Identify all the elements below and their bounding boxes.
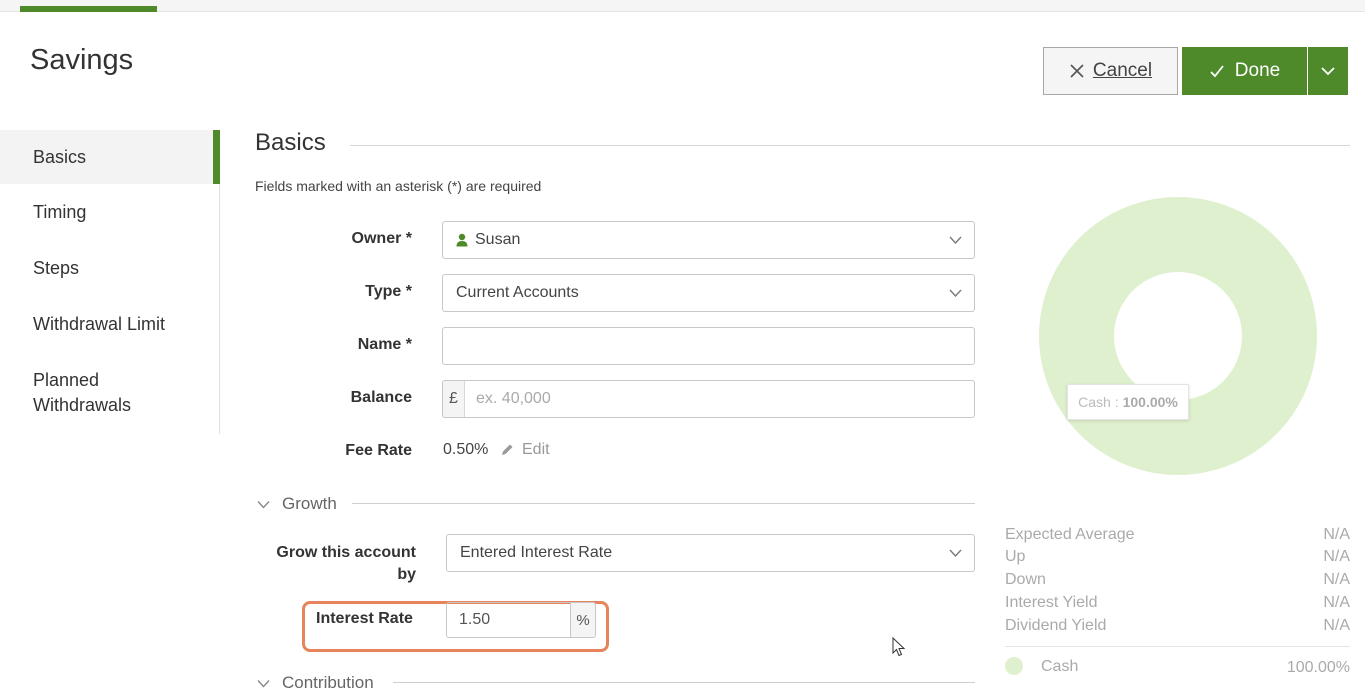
legend-value-cash: 100.00%: [1286, 659, 1350, 676]
fee-rate-edit-link[interactable]: Edit: [500, 441, 550, 459]
growth-divider: [352, 503, 975, 504]
stat-down: Down N/A: [1005, 571, 1350, 589]
stat-label: Interest Yield: [1005, 594, 1098, 611]
mouse-cursor-icon: [892, 637, 906, 657]
chevron-down-icon: [257, 500, 270, 509]
balance-label: Balance: [350, 389, 412, 406]
stat-up: Up N/A: [1005, 548, 1350, 566]
cancel-label: Cancel: [1092, 60, 1153, 81]
type-value: Current Accounts: [456, 284, 579, 301]
owner-select[interactable]: Susan: [442, 221, 975, 259]
contribution-section-title: Contribution: [282, 673, 374, 692]
chevron-down-icon: [949, 289, 962, 298]
stat-value: N/A: [1323, 617, 1350, 634]
tooltip-name: Cash :: [1078, 394, 1119, 410]
chevron-down-icon: [949, 549, 962, 558]
donut-slice-cash: [1039, 197, 1317, 475]
required-note: Fields marked with an asterisk (*) are r…: [255, 178, 542, 194]
active-tab-indicator: [20, 6, 157, 12]
sidebar-item-steps[interactable]: Steps: [0, 256, 220, 281]
tooltip-value: 100.00%: [1122, 394, 1178, 410]
pencil-icon: [502, 444, 513, 455]
fee-rate-edit-label: Edit: [522, 441, 550, 458]
done-label: Done: [1234, 60, 1281, 81]
top-tab-bar: [0, 0, 1365, 12]
name-label: Name *: [357, 336, 412, 353]
sidebar-item-withdrawal-limit[interactable]: Withdrawal Limit: [0, 312, 220, 337]
stat-value: N/A: [1323, 526, 1350, 543]
chevron-down-icon: [949, 236, 962, 245]
page-title: Savings: [30, 44, 134, 76]
grow-by-label: Grow this account by: [276, 544, 416, 583]
stat-dividend-yield: Dividend Yield N/A: [1005, 617, 1350, 635]
sidebar-nav: Basics Timing Steps Withdrawal Limit Pla…: [0, 130, 220, 434]
donut-tooltip: Cash : 100.00%: [1067, 384, 1189, 420]
done-button[interactable]: Done: [1182, 47, 1307, 95]
close-icon: [1070, 64, 1084, 78]
stat-value: N/A: [1323, 571, 1350, 588]
person-icon: [456, 233, 468, 247]
stat-label: Down: [1005, 571, 1046, 588]
check-icon: [1210, 65, 1224, 78]
stat-label: Up: [1005, 548, 1026, 565]
sidebar-item-timing[interactable]: Timing: [0, 200, 220, 225]
grow-by-value: Entered Interest Rate: [460, 544, 613, 561]
legend-label-cash: Cash: [1041, 658, 1079, 675]
sidebar-item-planned-withdrawals[interactable]: Planned Withdrawals: [0, 368, 150, 418]
stat-label: Dividend Yield: [1005, 617, 1107, 634]
chevron-down-icon: [1321, 67, 1335, 76]
sidebar-item-basics[interactable]: Basics: [0, 130, 220, 184]
interest-rate-field[interactable]: 1.50: [446, 602, 571, 638]
stat-interest-yield: Interest Yield N/A: [1005, 594, 1350, 612]
name-field[interactable]: [442, 327, 975, 365]
grow-by-select[interactable]: Entered Interest Rate: [446, 534, 975, 572]
growth-section-title: Growth: [282, 494, 337, 513]
contribution-section-toggle[interactable]: Contribution: [257, 673, 374, 693]
cancel-button[interactable]: Cancel: [1043, 47, 1178, 95]
fee-rate-label: Fee Rate: [345, 442, 412, 459]
owner-value: Susan: [475, 231, 521, 248]
legend-swatch-cash: [1005, 657, 1023, 675]
stat-value: N/A: [1323, 548, 1350, 565]
type-label: Type *: [365, 283, 412, 300]
stats-divider: [1005, 646, 1350, 647]
stat-expected-average: Expected Average N/A: [1005, 526, 1350, 544]
type-select[interactable]: Current Accounts: [442, 274, 975, 312]
stat-value: N/A: [1323, 594, 1350, 611]
growth-section-toggle[interactable]: Growth: [257, 494, 337, 514]
interest-rate-label: Interest Rate: [316, 610, 413, 627]
done-dropdown-button[interactable]: [1308, 47, 1348, 95]
percent-suffix: %: [570, 602, 596, 638]
chevron-down-icon: [257, 679, 270, 688]
balance-field[interactable]: ex. 40,000: [464, 380, 975, 418]
contribution-divider: [393, 682, 975, 683]
section-divider: [350, 145, 1350, 146]
section-title: Basics: [255, 129, 326, 156]
fee-rate-value: 0.50%: [443, 441, 489, 458]
owner-label: Owner *: [351, 230, 412, 247]
currency-prefix: £: [442, 380, 465, 418]
stat-label: Expected Average: [1005, 526, 1135, 543]
allocation-donut-chart: [1039, 197, 1317, 475]
